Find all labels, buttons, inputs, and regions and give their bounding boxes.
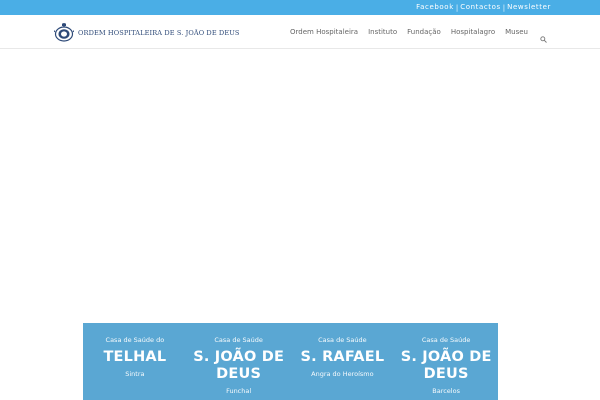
house-card-barcelos[interactable]: Casa de Saúde S. JOÃO DE DEUS Barcelos — [394, 323, 498, 400]
house-location: Sintra — [125, 370, 145, 378]
house-name: S. RAFAEL — [300, 349, 385, 365]
houses-panel: Casa de Saúde do TELHAL Sintra Casa de S… — [83, 323, 498, 400]
main-nav: Ordem Hospitaleira Instituto Fundação Ho… — [280, 15, 547, 48]
house-name: S. JOÃO DE DEUS — [193, 349, 285, 382]
house-name: S. JOÃO DE DEUS — [400, 349, 492, 382]
topbar-separator: | — [455, 3, 459, 12]
house-card-telhal[interactable]: Casa de Saúde do TELHAL Sintra — [83, 323, 187, 400]
facebook-link[interactable]: Facebook — [416, 0, 454, 15]
house-label: Casa de Saúde — [318, 336, 367, 344]
house-label: Casa de Saúde — [214, 336, 263, 344]
nav-item-instituto[interactable]: Instituto — [368, 28, 397, 36]
coat-of-arms-icon — [53, 23, 75, 42]
site-header: ORDEM HOSPITALEIRA DE S. JOÃO DE DEUS Or… — [0, 15, 600, 49]
logo-text: ORDEM HOSPITALEIRA DE S. JOÃO DE DEUS — [78, 28, 240, 37]
house-location: Funchal — [226, 387, 252, 395]
nav-item-ordem-hospitaleira[interactable]: Ordem Hospitaleira — [290, 28, 358, 36]
house-card-funchal[interactable]: Casa de Saúde S. JOÃO DE DEUS Funchal — [187, 323, 291, 400]
house-label: Casa de Saúde — [421, 336, 471, 344]
house-card-angra[interactable]: Casa de Saúde S. RAFAEL Angra do Heroísm… — [291, 323, 395, 400]
topbar-separator: | — [502, 3, 506, 12]
top-bar: Facebook | Contactos | Newsletter — [0, 0, 600, 15]
house-name: TELHAL — [103, 349, 167, 365]
contactos-link[interactable]: Contactos — [460, 0, 501, 15]
nav-item-fundacao[interactable]: Fundação — [407, 28, 441, 36]
house-location: Barcelos — [432, 387, 460, 395]
hero-area — [0, 49, 600, 295]
house-location: Angra do Heroísmo — [311, 370, 374, 378]
nav-item-hospitalagro[interactable]: Hospitalagro — [451, 28, 495, 36]
search-icon[interactable] — [540, 28, 547, 43]
site-logo[interactable]: ORDEM HOSPITALEIRA DE S. JOÃO DE DEUS — [53, 23, 240, 42]
newsletter-link[interactable]: Newsletter — [507, 0, 551, 15]
nav-item-museu[interactable]: Museu — [505, 28, 528, 36]
house-label: Casa de Saúde do — [105, 336, 165, 344]
